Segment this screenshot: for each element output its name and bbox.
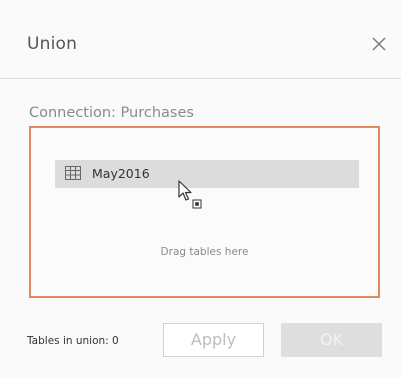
dialog-header: Union (0, 8, 401, 79)
ok-button[interactable]: OK (281, 323, 382, 357)
dialog-title: Union (27, 34, 78, 54)
close-icon[interactable] (370, 35, 388, 53)
drag-cursor-icon (178, 180, 202, 209)
table-name: May2016 (92, 166, 150, 181)
drag-tables-hint: Drag tables here (160, 246, 249, 258)
union-drop-zone[interactable]: May2016 Drag tables here (29, 126, 380, 298)
table-grid-icon (65, 166, 81, 180)
connection-label: Connection: Purchases (29, 105, 194, 121)
tables-in-union-count: Tables in union: 0 (27, 335, 119, 347)
union-dialog: Union Connection: Purchases May2016 Drag… (0, 0, 401, 377)
table-pill-may2016[interactable]: May2016 (55, 160, 359, 188)
apply-button[interactable]: Apply (163, 323, 264, 357)
